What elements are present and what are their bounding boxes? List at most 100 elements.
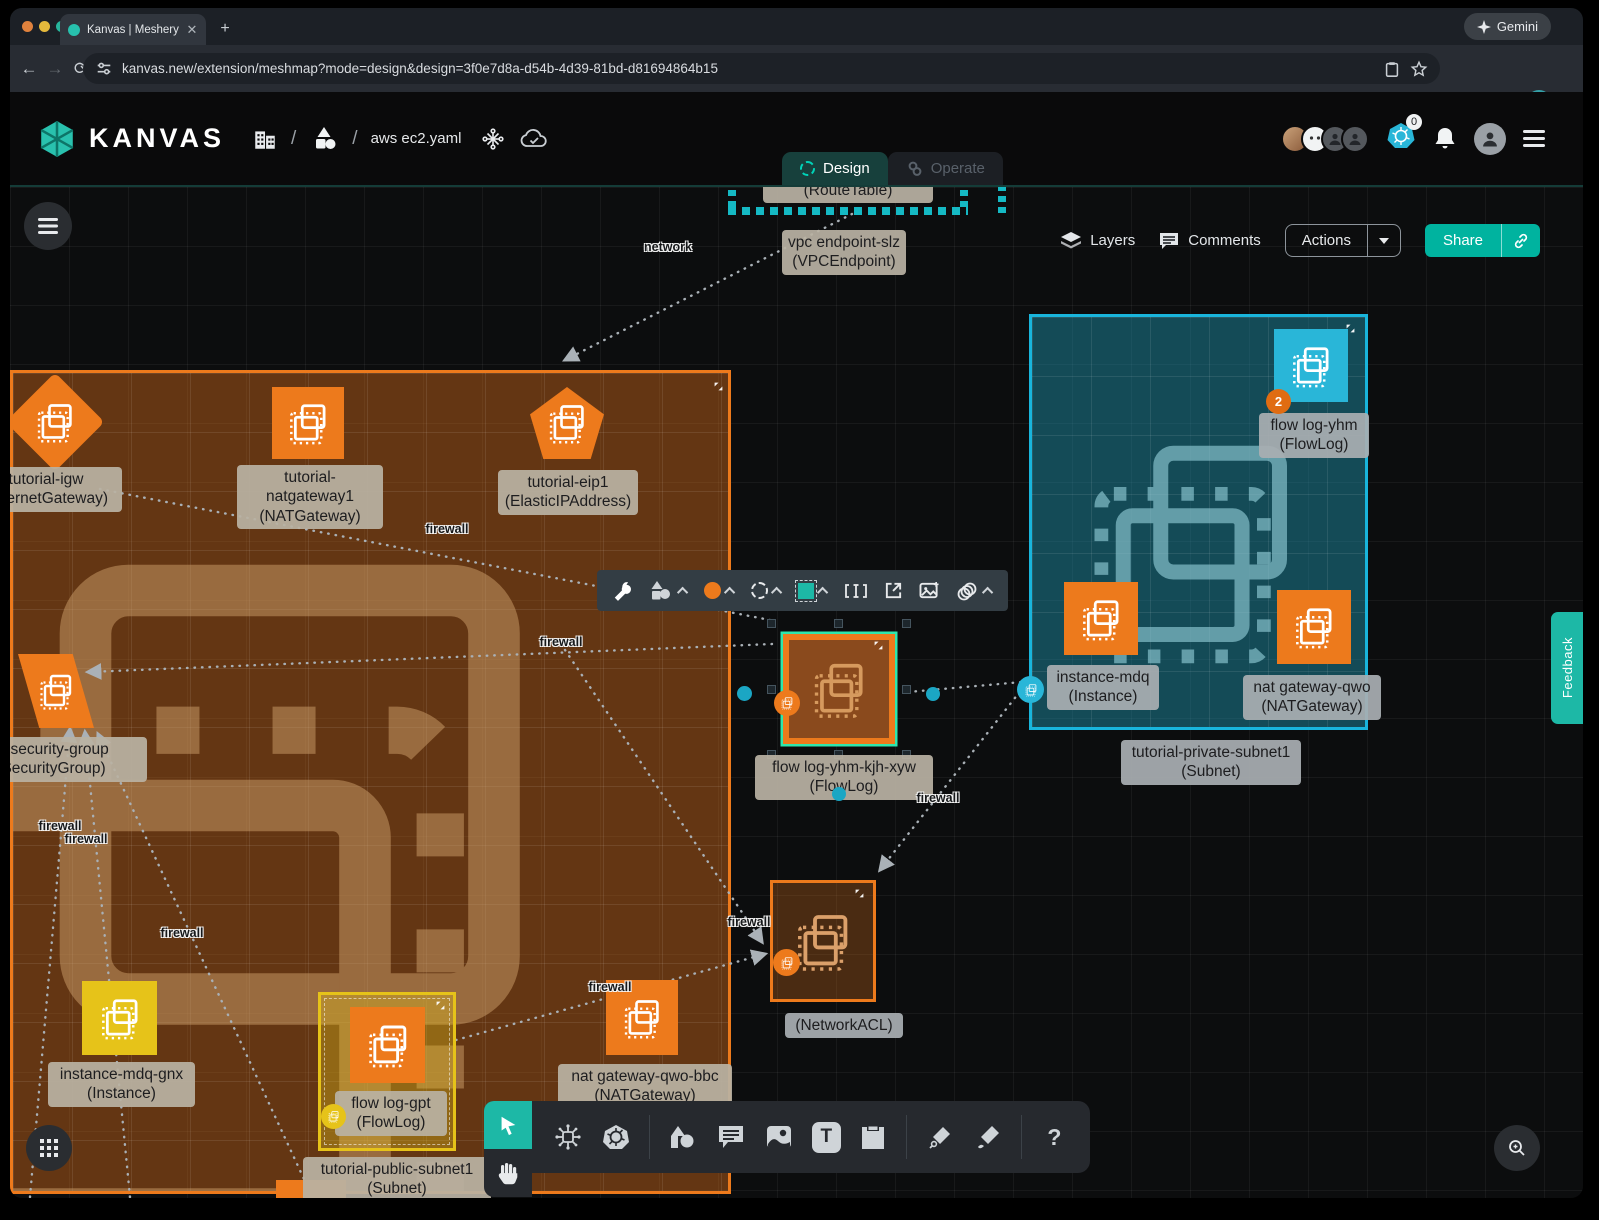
routetable-selection-border[interactable] bbox=[960, 187, 968, 207]
tool-rename-button[interactable] bbox=[844, 582, 868, 600]
forward-icon[interactable]: → bbox=[42, 59, 68, 79]
node-flow-log-gpt[interactable] bbox=[350, 1007, 425, 1083]
pan-tool-button[interactable] bbox=[484, 1149, 532, 1197]
resize-icon[interactable] bbox=[712, 380, 725, 393]
kanvas-logo-icon[interactable] bbox=[38, 119, 76, 159]
tab-operate[interactable]: Operate bbox=[888, 152, 1003, 185]
media-tool-button[interactable] bbox=[764, 1120, 795, 1154]
chevron-up-icon[interactable] bbox=[771, 586, 782, 597]
design-canvas[interactable]: Layers Comments Actions Share (RouteTabl… bbox=[10, 185, 1583, 1198]
gemini-button[interactable]: Gemini bbox=[1464, 13, 1551, 40]
selection-handle[interactable] bbox=[902, 619, 911, 628]
app-menu-icon[interactable] bbox=[1523, 130, 1545, 147]
share-button[interactable]: Share bbox=[1425, 224, 1540, 257]
tool-add-image-button[interactable] bbox=[919, 581, 940, 600]
chevron-up-icon[interactable] bbox=[982, 586, 993, 597]
node-tutorial-natgateway1[interactable] bbox=[272, 387, 344, 459]
tool-open-button[interactable] bbox=[884, 581, 903, 600]
actions-dropdown[interactable] bbox=[1367, 225, 1400, 256]
connection-dot[interactable] bbox=[832, 787, 846, 801]
apps-grid-button[interactable] bbox=[26, 1125, 72, 1171]
shapes-tool-button[interactable] bbox=[667, 1120, 698, 1154]
node-instance-mdq-gnx[interactable] bbox=[82, 981, 157, 1055]
bookmark-star-icon[interactable] bbox=[1410, 60, 1428, 78]
tool-stack-button[interactable] bbox=[956, 581, 993, 601]
url-bar[interactable]: kanvas.new/extension/meshmap?mode=design… bbox=[83, 53, 1440, 84]
edge-label-firewall[interactable]: firewall bbox=[916, 791, 959, 805]
note-tool-button[interactable] bbox=[858, 1120, 889, 1154]
new-tab-button[interactable]: + bbox=[215, 19, 235, 39]
component-tool-button[interactable] bbox=[552, 1120, 583, 1154]
edge-label-firewall[interactable]: firewall bbox=[38, 819, 81, 833]
zoom-button[interactable] bbox=[1494, 1125, 1540, 1171]
edge-label-firewall[interactable]: firewall bbox=[539, 635, 582, 649]
copy-link-button[interactable] bbox=[1501, 224, 1540, 257]
flow-log-badge[interactable] bbox=[774, 690, 800, 716]
collaborator-avatar[interactable] bbox=[1341, 125, 1369, 153]
chevron-up-icon[interactable] bbox=[724, 586, 735, 597]
network-acl-badge[interactable] bbox=[773, 949, 800, 976]
organization-icon[interactable] bbox=[252, 126, 278, 152]
routetable-selection-border[interactable] bbox=[728, 207, 968, 215]
user-avatar[interactable] bbox=[1474, 123, 1506, 155]
window-close-button[interactable] bbox=[22, 21, 33, 32]
select-tool-button[interactable] bbox=[484, 1101, 532, 1149]
design-file-name[interactable]: aws ec2.yaml bbox=[371, 130, 462, 147]
node-instance-mdq[interactable] bbox=[1064, 582, 1138, 655]
kubernetes-wheel-icon bbox=[602, 1123, 630, 1151]
tool-color-button[interactable] bbox=[704, 582, 735, 599]
save-icon[interactable] bbox=[1383, 60, 1401, 78]
canvas-menu-button[interactable] bbox=[24, 202, 72, 250]
chevron-up-icon[interactable] bbox=[817, 586, 828, 597]
resize-icon[interactable] bbox=[434, 999, 447, 1012]
edge-label-network[interactable]: network bbox=[644, 240, 692, 254]
layers-button[interactable]: Layers bbox=[1061, 232, 1135, 250]
edge-label-firewall[interactable]: firewall bbox=[160, 926, 203, 940]
actions-button[interactable]: Actions bbox=[1285, 224, 1401, 257]
feedback-tab[interactable]: Feedback bbox=[1551, 612, 1583, 724]
tool-shapes-button[interactable] bbox=[648, 580, 688, 602]
edge-label-firewall[interactable]: firewall bbox=[588, 980, 631, 994]
tool-config-button[interactable] bbox=[612, 581, 632, 601]
text-tool-button[interactable]: T bbox=[812, 1122, 841, 1153]
browser-tab[interactable]: Kanvas | Meshery ✕ bbox=[60, 14, 206, 45]
comment-tool-button[interactable] bbox=[715, 1120, 746, 1154]
flow-log-yhm-count-badge[interactable]: 2 bbox=[1266, 389, 1291, 414]
edge-label-firewall[interactable]: firewall bbox=[727, 915, 770, 929]
selection-handle[interactable] bbox=[902, 685, 911, 694]
resize-icon[interactable] bbox=[872, 639, 885, 652]
edge-label-firewall[interactable]: firewall bbox=[425, 522, 468, 536]
tool-shape-fill-button[interactable] bbox=[798, 583, 828, 599]
selection-handle[interactable] bbox=[767, 619, 776, 628]
private-subnet-badge[interactable] bbox=[1017, 676, 1044, 703]
resize-icon[interactable] bbox=[853, 887, 866, 900]
edge-label-firewall[interactable]: firewall bbox=[64, 832, 107, 846]
help-button[interactable]: ? bbox=[1039, 1120, 1070, 1154]
selection-handle[interactable] bbox=[767, 685, 776, 694]
routetable-selection-border[interactable] bbox=[998, 187, 1006, 213]
configurator-icon[interactable] bbox=[480, 126, 506, 152]
back-icon[interactable]: ← bbox=[16, 59, 42, 79]
window-minimize-button[interactable] bbox=[39, 21, 50, 32]
connection-dot[interactable] bbox=[737, 686, 752, 701]
line-tool-button[interactable] bbox=[924, 1120, 955, 1154]
tab-design[interactable]: Design bbox=[782, 152, 888, 185]
flow-log-gpt-badge[interactable] bbox=[321, 1104, 346, 1129]
collaborator-avatars[interactable] bbox=[1281, 125, 1369, 153]
connection-dot[interactable] bbox=[926, 687, 940, 701]
tab-close-icon[interactable]: ✕ bbox=[186, 22, 198, 38]
resize-icon[interactable] bbox=[1344, 322, 1357, 335]
workspace-shapes-icon[interactable] bbox=[309, 125, 339, 153]
selection-handle[interactable] bbox=[834, 619, 843, 628]
notifications-bell-icon[interactable] bbox=[1433, 126, 1457, 152]
freehand-tool-button[interactable] bbox=[972, 1120, 1003, 1154]
site-settings-icon[interactable] bbox=[95, 60, 113, 78]
node-nat-gateway-qwo[interactable] bbox=[1277, 590, 1351, 664]
kubernetes-tool-button[interactable] bbox=[600, 1120, 631, 1154]
routetable-selection-border[interactable] bbox=[728, 187, 736, 207]
cloud-sync-icon[interactable] bbox=[519, 127, 549, 151]
tool-border-style-button[interactable] bbox=[751, 582, 782, 599]
environment-button[interactable]: 0 bbox=[1386, 121, 1416, 156]
comments-button[interactable]: Comments bbox=[1159, 232, 1261, 250]
chevron-up-icon[interactable] bbox=[677, 586, 688, 597]
